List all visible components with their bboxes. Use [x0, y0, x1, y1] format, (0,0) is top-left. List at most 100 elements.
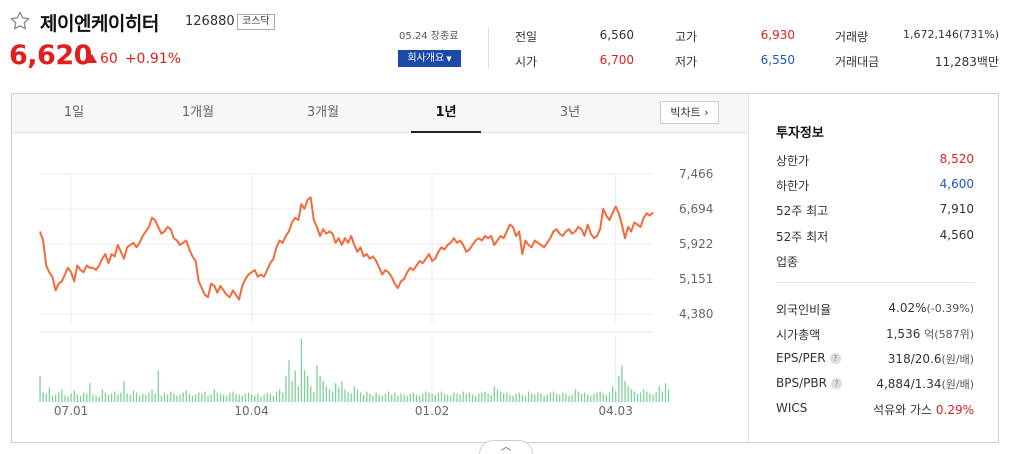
chevron-right-icon: ›	[704, 106, 709, 119]
volume-bar	[331, 391, 334, 402]
volume-bar	[170, 391, 172, 402]
lower-limit-value: 4,600	[939, 177, 974, 191]
volume-bar	[409, 393, 411, 402]
volume-bar	[397, 395, 399, 402]
volume-bar	[307, 375, 309, 402]
volume-bar	[605, 394, 608, 402]
tab-1d[interactable]: 1일	[39, 94, 109, 133]
volume-bar	[142, 393, 144, 402]
volume-bar	[599, 391, 601, 402]
volume-bar	[456, 393, 458, 402]
big-chart-button[interactable]: 빅차트 ›	[660, 101, 719, 124]
volume-bar	[79, 395, 82, 402]
volume-bar	[58, 392, 60, 402]
volume-bar	[173, 393, 175, 402]
volume-bar	[633, 391, 636, 402]
high-value: 6,930	[760, 28, 795, 42]
price-line-group	[39, 196, 654, 301]
volume-bar	[207, 395, 209, 402]
volume-bars	[39, 339, 670, 402]
volume-bar	[98, 396, 100, 402]
question-icon[interactable]: ?	[829, 353, 841, 364]
stock-name[interactable]: 제이엔케이히터	[40, 9, 159, 36]
change-rate: +0.91%	[124, 51, 182, 67]
volume-bar	[646, 391, 648, 402]
volume-bar	[194, 394, 197, 402]
volume-bar	[499, 391, 502, 402]
bps-label: BPS/PBR?	[776, 376, 842, 390]
volume-bar	[534, 394, 536, 402]
volume-bar	[359, 392, 362, 402]
volume-bar	[652, 394, 654, 402]
volume-bar	[649, 393, 651, 402]
foreign-label: 외국인비율	[776, 303, 832, 317]
x-tick-label: 07.01	[54, 404, 88, 418]
tab-1m[interactable]: 1개월	[163, 94, 233, 133]
volume-bar	[198, 392, 200, 402]
volume-bar	[151, 389, 153, 402]
volume-bar	[297, 386, 299, 402]
wics-value[interactable]: 석유와 가스 0.29%	[873, 401, 974, 418]
volume-bar	[42, 391, 44, 402]
volume-bar	[643, 389, 645, 402]
volume-bar	[92, 394, 94, 402]
tab-3m[interactable]: 3개월	[288, 94, 358, 133]
volume-bar	[82, 392, 85, 402]
volume-bar	[316, 365, 318, 402]
company-overview-button[interactable]: 회사개요 ▼	[398, 50, 461, 67]
volume-bar	[518, 392, 520, 402]
volume-bar	[462, 391, 464, 402]
volume-bar	[257, 393, 259, 402]
tab-3y[interactable]: 3년	[535, 94, 605, 133]
wics-row: WICS 석유와 가스 0.29%	[776, 401, 974, 419]
volume-bar	[549, 392, 552, 402]
tab-1y[interactable]: 1년	[411, 94, 481, 133]
lower-limit-label: 하한가	[776, 179, 810, 193]
volume-bar	[447, 394, 449, 402]
star-outline-icon[interactable]	[9, 10, 31, 32]
volume-bar	[443, 393, 446, 402]
stock-header: 제이엔케이히터 126880 코스닥 6,620 60 +0.91% 05.24 …	[0, 0, 1009, 90]
question-icon[interactable]: ?	[830, 378, 842, 389]
volume-bar	[546, 394, 548, 402]
volume-bar	[602, 393, 604, 402]
volume-bar	[552, 391, 555, 402]
bps-pbr-row: BPS/PBR? 4,884/1.34(원/배)	[776, 376, 974, 394]
volume-bar	[39, 375, 41, 402]
volume-bar	[114, 391, 116, 402]
volume-bar	[61, 389, 63, 402]
volume-bar	[422, 393, 424, 402]
volume-bar	[627, 386, 629, 402]
volume-bar	[86, 393, 88, 402]
volume-bar	[120, 392, 122, 402]
volume-bar	[577, 391, 580, 402]
mcap-value: 1,536 억(587위)	[886, 326, 974, 342]
volume-bar	[400, 393, 402, 402]
volume-bar	[244, 393, 247, 402]
volume-bar	[322, 381, 324, 402]
volume-bar	[425, 391, 427, 402]
volume-bar	[238, 394, 240, 402]
volume-bar	[608, 392, 611, 402]
volume-bar	[235, 393, 237, 402]
volume-bar	[64, 395, 66, 402]
volume-bar	[419, 395, 421, 402]
volume-label: 거래량	[835, 30, 869, 44]
volume-bar	[596, 392, 598, 402]
volume-bar	[366, 391, 368, 402]
volume-bar	[428, 392, 430, 402]
volume-bar	[661, 391, 664, 402]
x-axis-labels: 07.01 10.04 01.02 04.03	[54, 404, 633, 418]
volume-bar	[335, 383, 337, 402]
volume-bar	[621, 365, 623, 402]
bps-value: 4,884/1.34(원/배)	[876, 376, 974, 392]
collapse-button[interactable]: ︿	[479, 440, 533, 454]
side-separator	[776, 282, 974, 283]
volume-bar	[459, 394, 461, 402]
low52-label: 52주 최저	[776, 230, 829, 244]
volume-bar	[624, 381, 626, 402]
x-tick-label: 01.02	[415, 404, 449, 418]
high52-row: 52주 최고 7,910	[776, 202, 974, 220]
stock-code: 126880	[185, 14, 235, 29]
big-chart-label: 빅차트	[670, 106, 701, 119]
